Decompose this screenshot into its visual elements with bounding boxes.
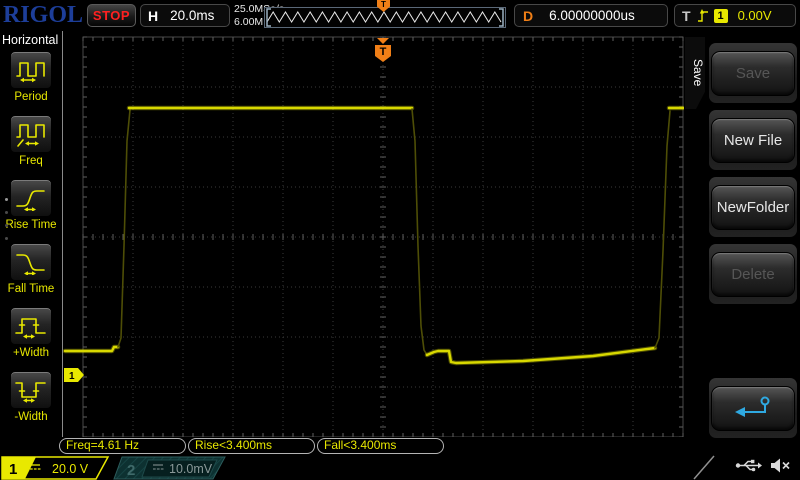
return-button[interactable] (711, 385, 795, 431)
timebase-box: H 20.0ms (140, 4, 230, 27)
softkey-slot (706, 372, 800, 439)
timebase-label: H (148, 7, 159, 24)
new-folder-button[interactable]: NewFolder (711, 184, 795, 230)
period-button[interactable] (10, 51, 52, 89)
timebase-value: 20.0ms (170, 8, 215, 23)
minus-width-button[interactable] (10, 371, 52, 409)
return-arrow-icon (735, 396, 770, 417)
menu-tab-save: Save (685, 37, 705, 109)
softkey-slot-empty (706, 305, 800, 372)
period-icon (16, 62, 45, 83)
status-separator (693, 455, 715, 480)
channel2-scale: 10.0mV (169, 462, 213, 476)
menu-item-freq[interactable]: Freq (0, 115, 62, 179)
trigger-label: T (682, 7, 691, 24)
fall-time-button[interactable] (10, 243, 52, 281)
oscilloscope-screen: RIGOL STOP H 20.0ms 25.0MSa/s 6.00M pts … (0, 0, 800, 480)
save-button[interactable]: Save (711, 50, 795, 96)
softkey-slot: Save (706, 37, 800, 104)
new-file-button[interactable]: New File (711, 117, 795, 163)
channel2-block[interactable]: 2 10.0mV (113, 456, 227, 480)
channel2-number: 2 (127, 462, 135, 479)
softkey-column: Save New File NewFolder Delete (706, 31, 800, 439)
top-status-bar: RIGOL STOP H 20.0ms 25.0MSa/s 6.00M pts … (0, 0, 800, 32)
measurement-rise: Rise<3.400ms (188, 438, 315, 454)
channel1-scale: 20.0 V (52, 462, 89, 476)
delay-value: 6.00000000us (549, 8, 635, 23)
menu-page-indicator (5, 198, 8, 240)
menu-title: Horizontal (2, 33, 59, 47)
softkey-slot: Delete (706, 238, 800, 305)
rigol-logo: RIGOL (3, 2, 84, 28)
menu-item-plus-width[interactable]: +Width (0, 307, 62, 371)
freq-icon (16, 124, 45, 147)
run-state-indicator[interactable]: STOP (87, 4, 136, 27)
measurement-freq: Freq=4.61 Hz (59, 438, 186, 454)
fall-time-icon (16, 254, 45, 275)
svg-text:T: T (380, 46, 387, 58)
rise-time-icon (16, 190, 45, 211)
menu-item-label: +Width (12, 347, 50, 359)
speaker-muted-icon (771, 458, 790, 473)
status-icons (734, 457, 792, 474)
preview-waveform-icon (266, 8, 504, 27)
menu-item-label: -Width (14, 411, 48, 423)
waveform-display-area: T1 (62, 31, 686, 438)
horizontal-measure-menu: Horizontal Period Freq Rise Time Fall Ti… (0, 31, 63, 437)
trigger-source-badge: 1 (713, 8, 728, 23)
menu-item-label: Freq (19, 155, 43, 167)
trigger-box: T 1 0.00V (674, 4, 796, 27)
waveform-plot: T1 (62, 36, 686, 438)
menu-item-label: Period (14, 91, 48, 103)
delay-box: D 6.00000000us (514, 4, 668, 27)
svg-text:1: 1 (69, 371, 75, 382)
menu-item-period[interactable]: Period (0, 51, 62, 115)
menu-item-fall-time[interactable]: Fall Time (0, 243, 62, 307)
channel1-block[interactable]: 1 20.0 V (0, 456, 112, 480)
usb-icon (735, 459, 762, 472)
menu-item-label: Rise Time (5, 219, 57, 231)
trigger-level-value: 0.00V (737, 8, 772, 23)
softkey-slot: NewFolder (706, 171, 800, 238)
plus-width-button[interactable] (10, 307, 52, 345)
channel-status-bar: 1 20.0 V 2 10.0mV (0, 455, 800, 480)
save-menu: Save Save New File NewFolder Delete (684, 31, 800, 439)
menu-item-rise-time[interactable]: Rise Time (0, 179, 62, 243)
delay-label: D (523, 7, 534, 24)
measurement-fall: Fall<3.400ms (317, 438, 444, 454)
softkey-slot: New File (706, 104, 800, 171)
rise-time-button[interactable] (10, 179, 52, 217)
plus-width-icon (15, 318, 46, 339)
menu-item-label: Fall Time (7, 283, 55, 295)
minus-width-icon (15, 382, 46, 403)
freq-button[interactable] (10, 115, 52, 153)
menu-item-minus-width[interactable]: -Width (0, 371, 62, 435)
delete-button[interactable]: Delete (711, 251, 795, 297)
rising-edge-icon (697, 9, 708, 22)
channel1-number: 1 (9, 461, 17, 478)
